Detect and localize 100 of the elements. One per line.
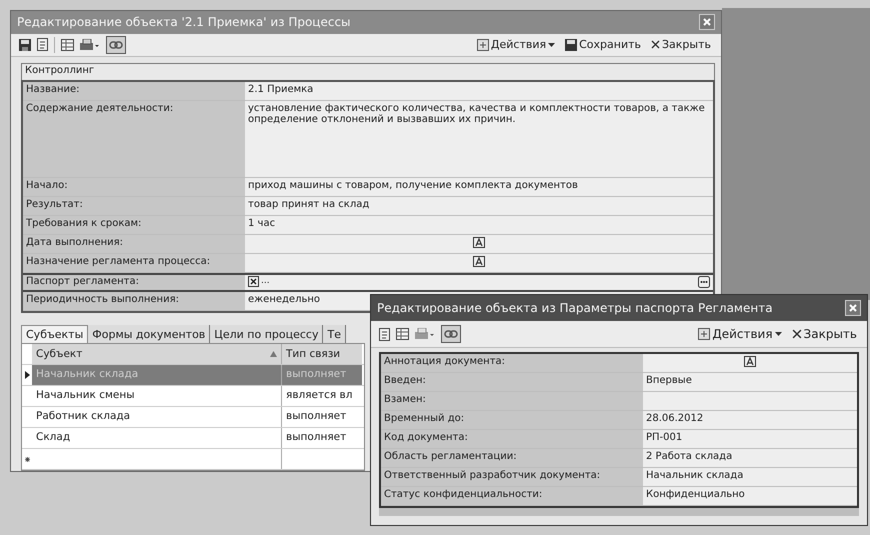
table-cell: Работник склада (32, 407, 282, 427)
property-label: Начало: (23, 178, 245, 197)
link-icon (109, 40, 123, 49)
property-label: Результат: (23, 197, 245, 216)
property-value: ... (261, 276, 270, 286)
table-cell: Начальник склада (32, 365, 282, 385)
value-field[interactable]: РП-001 (643, 430, 857, 449)
value-field[interactable]: товар принят на склад (245, 197, 713, 216)
tab[interactable]: Цели по процессу (210, 325, 324, 343)
value-field[interactable] (643, 392, 857, 411)
actions-menu-button[interactable]: Действия (696, 327, 784, 341)
value-field[interactable]: 1 час (245, 216, 713, 235)
property-value: 2 Работа склада (646, 451, 732, 462)
property-label: Ответственный разработчик документа: (381, 468, 643, 487)
property-label: Введен: (381, 373, 643, 392)
property-value: Конфиденциально (646, 489, 745, 500)
link-icon (444, 330, 458, 338)
table-cell-text: выполняет (285, 409, 348, 424)
close-button[interactable] (699, 14, 715, 30)
table-row[interactable]: Склад выполняет (22, 428, 364, 449)
clear-icon[interactable] (248, 276, 259, 287)
printer-icon[interactable] (415, 328, 435, 340)
property-label: Содержание деятельности: (23, 101, 245, 178)
property-value: РП-001 (646, 432, 682, 443)
close-button[interactable]: Закрыть (649, 38, 713, 52)
value-field[interactable]: 2.1 Приемка (245, 82, 713, 101)
property-label: Статус конфиденциальности: (381, 487, 643, 506)
actions-menu-button[interactable]: Действия (474, 38, 558, 52)
property-value: 1 час (248, 218, 276, 229)
close-icon (792, 329, 802, 339)
window-title: Редактирование объекта '2.1 Приемка' из Процессы (17, 15, 351, 30)
value-field[interactable]: 2 Работа склада (643, 449, 857, 468)
close-button[interactable]: Закрыть (790, 327, 859, 341)
close-icon (849, 304, 857, 312)
tab[interactable]: Те (323, 325, 346, 343)
save-icon (565, 38, 578, 51)
property-value: приход машины с товаром, получение комплекта документов (248, 180, 578, 191)
property-label: Требования к срокам: (23, 216, 245, 235)
save-button[interactable]: Сохранить (563, 38, 643, 52)
window-title: Редактирование объекта из Параметры паспорта Регламента (377, 301, 773, 315)
close-icon (703, 18, 711, 26)
table-row[interactable]: Начальник смены является вл (22, 386, 364, 407)
property-label: Взамен: (381, 392, 643, 411)
document-icon[interactable] (37, 38, 48, 52)
caret-icon (548, 42, 556, 47)
ellipsis-icon[interactable] (698, 276, 710, 288)
close-button[interactable] (845, 300, 861, 316)
property-value: Начальник склада (646, 470, 744, 481)
value-field[interactable]: Начальник склада (643, 468, 857, 487)
document-icon[interactable] (379, 328, 390, 340)
sort-icon (270, 351, 277, 357)
value-field[interactable] (245, 254, 713, 273)
property-value: еженедельно (248, 294, 320, 305)
table-cell-text: является вл (285, 388, 354, 403)
property-label: Назначение регламента процесса: (23, 254, 245, 273)
tab[interactable]: Субъекты (21, 325, 88, 343)
table-icon[interactable] (61, 38, 74, 51)
value-field[interactable]: Впервые (643, 373, 857, 392)
tab[interactable]: Формы документов (88, 325, 210, 343)
column-header[interactable]: Субъект (32, 344, 282, 364)
table-cell: выполняет (282, 365, 362, 385)
printer-icon[interactable] (80, 38, 100, 51)
table-cell: Начальник смены (32, 386, 282, 406)
group-header: Контроллинг (21, 63, 715, 80)
text-editor-icon[interactable] (744, 356, 756, 367)
property-value: товар принят на склад (248, 199, 370, 210)
link-toggle[interactable] (441, 325, 461, 343)
text-editor-icon[interactable] (473, 237, 485, 248)
save-icon[interactable] (19, 38, 31, 51)
value-field[interactable]: приход машины с товаром, получение комплекта документов (245, 178, 713, 197)
property-value: 28.06.2012 (646, 413, 704, 424)
value-field[interactable]: Конфиденциально (643, 487, 857, 506)
row-pointer-icon (24, 371, 30, 379)
property-label: Область регламентации: (381, 449, 643, 468)
table-row[interactable]: Работник склада выполняет (22, 407, 364, 428)
caret-icon (774, 332, 782, 336)
property-label: Название: (23, 82, 245, 101)
table-cell: Склад (32, 428, 282, 448)
property-label: Аннотация документа: (381, 354, 643, 373)
new-row-icon (24, 456, 30, 462)
table-icon[interactable] (396, 328, 409, 340)
value-field[interactable] (643, 354, 857, 373)
close-icon (651, 40, 660, 50)
value-field[interactable]: ... (245, 273, 713, 292)
link-toggle[interactable] (106, 36, 126, 54)
property-label: Временный до: (381, 411, 643, 430)
property-label: Дата выполнения: (23, 235, 245, 254)
property-value: Впервые (646, 375, 692, 386)
column-header[interactable]: Тип связи (282, 344, 362, 364)
property-value: установление фактического количества, качества и комплектности товаров, а также определение отклонений и вызвавших их причин. (248, 103, 706, 125)
table-cell-text: выполняет (285, 430, 348, 445)
property-label: Код документа: (381, 430, 643, 449)
text-editor-icon[interactable] (473, 256, 485, 267)
property-label: Периодичность выполнения: (23, 292, 245, 311)
actions-icon (698, 328, 710, 340)
value-field[interactable]: 28.06.2012 (643, 411, 857, 430)
actions-icon (476, 38, 489, 51)
value-field[interactable]: установление фактического количества, качества и комплектности товаров, а также определение отклонений и вызвавших их причин. (245, 101, 713, 178)
property-label: Паспорт регламента: (23, 273, 245, 292)
value-field[interactable] (245, 235, 713, 254)
